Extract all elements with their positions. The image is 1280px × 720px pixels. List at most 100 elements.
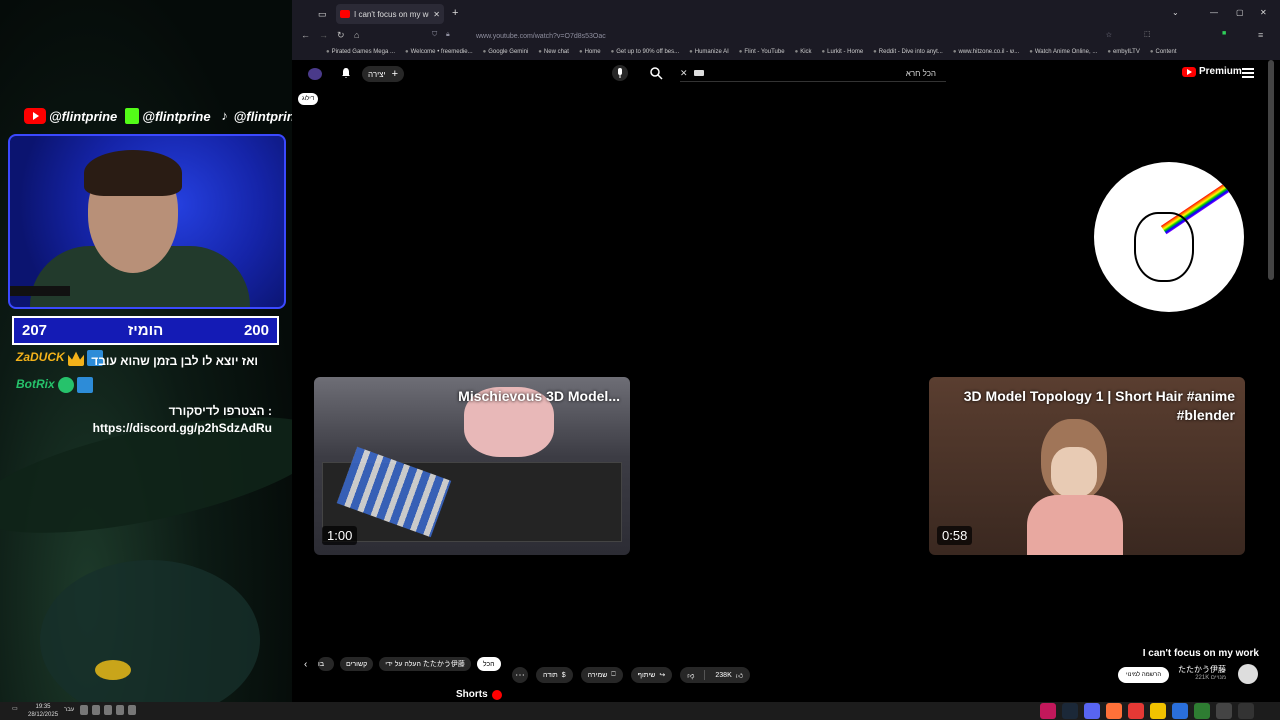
search-input[interactable]: ✕ הכל חרא <box>680 66 946 82</box>
stream-overlay: @flintprine @flintprine ♪ @flintprine 20… <box>0 0 292 702</box>
notification-icon[interactable]: ▭ <box>12 705 18 712</box>
lock-icon[interactable]: 🔒︎ <box>446 31 450 39</box>
window-close-icon[interactable]: ✕ <box>1260 8 1267 17</box>
bookmark-item[interactable]: Reddit - Dive into anyt... <box>873 49 943 55</box>
thanks-button[interactable]: תודה $ <box>536 667 573 683</box>
guide-menu-icon[interactable] <box>1242 68 1254 78</box>
chip-from-channel[interactable]: העלה על ידי たたかう伊藤 <box>379 657 471 671</box>
suggested-video-card[interactable]: 3D Model Topology 1 | Short Hair #anime … <box>929 377 1245 555</box>
tray-chevron-icon[interactable] <box>128 705 136 715</box>
create-label: יצירה <box>368 69 386 79</box>
extension-icon[interactable]: ■ <box>1222 30 1226 37</box>
tab-overview-icon[interactable]: ▭ <box>318 9 327 20</box>
language-indicator[interactable]: עבר <box>64 707 74 713</box>
app-icon[interactable] <box>1128 703 1144 719</box>
bookmark-item[interactable]: Humanize AI <box>689 49 729 55</box>
app-icon[interactable] <box>1194 703 1210 719</box>
maximize-icon[interactable]: ▢ <box>1236 8 1244 17</box>
bookmark-item[interactable]: www.hitzone.co.il - ש... <box>953 49 1019 55</box>
bookmark-item[interactable]: Watch Anime Online, ... <box>1029 49 1097 55</box>
address-bar[interactable]: ⛉ 🔒︎ www.youtube.com/watch?v=O7d8s53Oac … <box>422 29 1112 43</box>
app-icon[interactable] <box>1172 703 1188 719</box>
skip-navigation-button[interactable]: דילוג <box>298 93 319 105</box>
minimize-icon[interactable]: — <box>1210 8 1218 17</box>
page-scrollbar[interactable] <box>1268 60 1274 280</box>
firefox-icon[interactable] <box>1106 703 1122 719</box>
discord-tray-icon[interactable] <box>116 705 124 715</box>
battery-icon[interactable] <box>104 705 112 715</box>
wifi-icon[interactable] <box>80 705 88 715</box>
steam-icon[interactable] <box>1062 703 1078 719</box>
account-avatar[interactable] <box>308 68 322 80</box>
share-button[interactable]: שיתוף ↪ <box>630 667 673 683</box>
tab-bar: ▭ I can't focus on my work - YouTube ✕ +… <box>292 0 1280 28</box>
new-tab-icon[interactable]: + <box>452 7 458 19</box>
bookmark-star-icon[interactable]: ☆ <box>1106 31 1112 39</box>
tab-list-chevron-icon[interactable]: ⌄ <box>1172 8 1179 17</box>
bookmark-item[interactable]: Flint - YouTube <box>739 49 784 55</box>
bookmark-item[interactable]: Kick <box>795 49 811 55</box>
reload-icon[interactable]: ↻ <box>337 30 345 41</box>
bookmark-icon: ⎕ <box>611 671 616 678</box>
like-count[interactable]: 238K <box>715 672 731 679</box>
suggested-video-title: 3D Model Topology 1 | Short Hair #anime … <box>963 388 1235 423</box>
microphone <box>10 286 70 296</box>
bookmark-item[interactable]: Welcome • freemedie... <box>405 49 473 55</box>
video-title: I can't focus on my work <box>1142 648 1259 659</box>
search-icon[interactable] <box>648 65 664 81</box>
webcam-feed <box>8 134 286 309</box>
like-icon[interactable]: 👍︎ <box>736 671 743 680</box>
close-tab-icon[interactable]: ✕ <box>433 10 440 19</box>
tab-title: I can't focus on my work - YouTube <box>354 9 429 19</box>
chip-related[interactable]: קשורים <box>340 657 374 671</box>
notifications-bell-icon[interactable] <box>340 67 352 79</box>
save-button[interactable]: שמירה ⎕ <box>580 667 623 683</box>
channel-info[interactable]: たたかう伊藤 221K מנויים <box>1178 664 1226 681</box>
video-duration: 1:00 <box>322 526 358 545</box>
discord-icon[interactable] <box>1084 703 1100 719</box>
bookmark-item[interactable]: Get up to 90% off bes... <box>611 49 679 55</box>
chip-all[interactable]: הכל <box>476 657 501 671</box>
clear-search-icon[interactable]: ✕ <box>680 68 688 79</box>
bookmark-item[interactable]: Home <box>579 49 601 55</box>
subscribe-button[interactable]: הרשמה למינוי <box>1118 667 1170 683</box>
bookmark-item[interactable]: Pirated Games Mega ... <box>326 49 395 55</box>
keyboard-icon[interactable] <box>694 70 704 76</box>
chevron-left-icon[interactable]: ‹ <box>304 657 312 671</box>
video-actions: ⋯ תודה $ שמירה ⎕ שיתוף ↪ 👎︎ 238K 👍︎ <box>512 667 751 683</box>
system-tray <box>80 705 136 715</box>
home-icon[interactable]: ⌂ <box>354 30 359 40</box>
bookmark-item[interactable]: Google Gemini <box>483 49 528 55</box>
url-text: www.youtube.com/watch?v=O7d8s53Oac <box>476 32 606 40</box>
back-icon[interactable]: ← <box>301 30 310 40</box>
app-icon[interactable] <box>1040 703 1056 719</box>
extensions-icon[interactable]: ⬚ <box>1144 30 1151 38</box>
share-icon: ↪ <box>659 672 666 679</box>
youtube-premium-logo[interactable]: Premium <box>1182 66 1242 77</box>
app-icon[interactable] <box>1216 703 1232 719</box>
create-button[interactable]: יצירה + <box>362 66 405 82</box>
dislike-icon[interactable]: 👎︎ <box>687 671 694 680</box>
bookmark-item[interactable]: Content <box>1150 49 1176 55</box>
score-label: הומיז <box>127 322 164 339</box>
forward-icon[interactable]: → <box>319 30 328 40</box>
menu-icon[interactable]: ≡ <box>1258 30 1263 40</box>
file-explorer-icon[interactable] <box>1150 703 1166 719</box>
bookmark-item[interactable]: embyILTV <box>1107 49 1140 55</box>
start-icon[interactable] <box>1238 703 1254 719</box>
system-clock[interactable]: 19:35 28/12/2025 <box>28 703 58 719</box>
suggested-video-card[interactable]: Mischievous 3D Model... 1:00 <box>314 377 630 555</box>
more-actions-icon[interactable]: ⋯ <box>512 667 528 683</box>
thanks-icon: $ <box>561 671 566 679</box>
voice-search-icon[interactable] <box>612 65 628 81</box>
shield-icon[interactable]: ⛉ <box>432 31 437 39</box>
bookmark-item[interactable]: Lurkit - Home <box>822 49 863 55</box>
bookmark-item[interactable]: New chat <box>538 49 569 55</box>
crown-icon <box>68 351 85 366</box>
tab-youtube[interactable]: I can't focus on my work - YouTube ✕ <box>336 4 444 24</box>
shorts-icon <box>491 689 502 700</box>
chat-username: BotRix <box>16 377 55 392</box>
chip-more[interactable]: בו <box>318 657 334 671</box>
volume-icon[interactable] <box>92 705 100 715</box>
channel-avatar[interactable] <box>1238 664 1258 684</box>
